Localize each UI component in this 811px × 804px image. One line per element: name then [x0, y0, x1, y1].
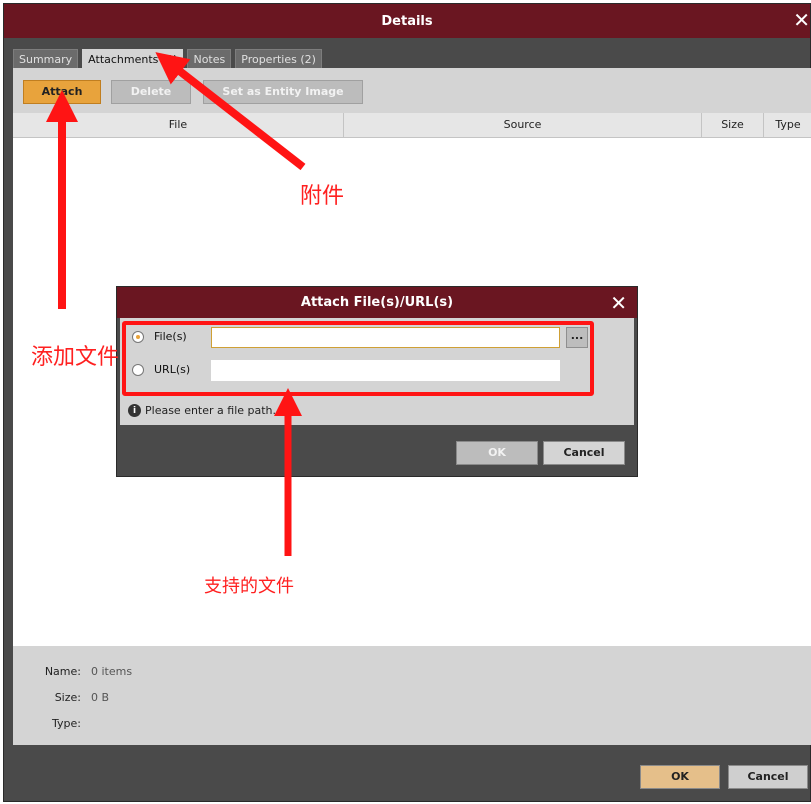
- annotation-add-file: 添加文件: [31, 345, 120, 370]
- arrow-to-attachments-tab: [155, 52, 306, 171]
- annotation-arrows: [46, 52, 306, 556]
- annotation-attachments: 附件: [300, 184, 345, 209]
- annotation-supported-files: 支持的文件: [204, 576, 294, 597]
